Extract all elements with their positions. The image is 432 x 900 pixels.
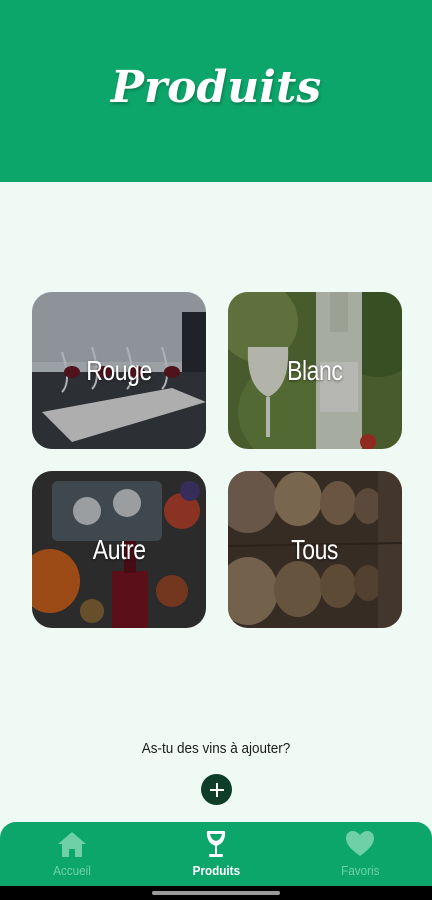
wine-glass-icon (206, 831, 226, 857)
category-card-blanc[interactable]: Blanc (228, 292, 402, 449)
category-card-tous[interactable]: Tous (228, 471, 402, 628)
nav-label: Accueil (53, 863, 91, 878)
category-label: Rouge (86, 354, 152, 386)
nav-item-produits[interactable]: Produits (144, 822, 288, 886)
add-wine-button[interactable] (201, 774, 232, 805)
plus-icon (209, 782, 224, 797)
app-header: Produits (0, 0, 432, 182)
nav-item-favoris[interactable]: Favoris (288, 822, 432, 886)
category-card-autre[interactable]: Autre (32, 471, 206, 628)
heart-icon (346, 831, 374, 856)
nav-label: Favoris (340, 863, 380, 878)
nav-item-accueil[interactable]: Accueil (0, 822, 144, 886)
add-wine-prompt: As-tu des vins à ajouter? (141, 740, 291, 757)
category-grid: Rouge Blanc Autre Tous (32, 292, 402, 628)
home-gesture-handle[interactable] (152, 891, 280, 895)
page-title: Produits (110, 61, 322, 113)
nav-label: Produits (192, 863, 240, 878)
category-label: Autre (92, 533, 146, 565)
category-label: Tous (291, 533, 339, 565)
bottom-navigation: Accueil Produits Favoris (0, 822, 432, 886)
system-navigation-bar (0, 886, 432, 900)
home-icon (58, 832, 86, 857)
category-label: Blanc (287, 354, 343, 386)
category-card-rouge[interactable]: Rouge (32, 292, 206, 449)
